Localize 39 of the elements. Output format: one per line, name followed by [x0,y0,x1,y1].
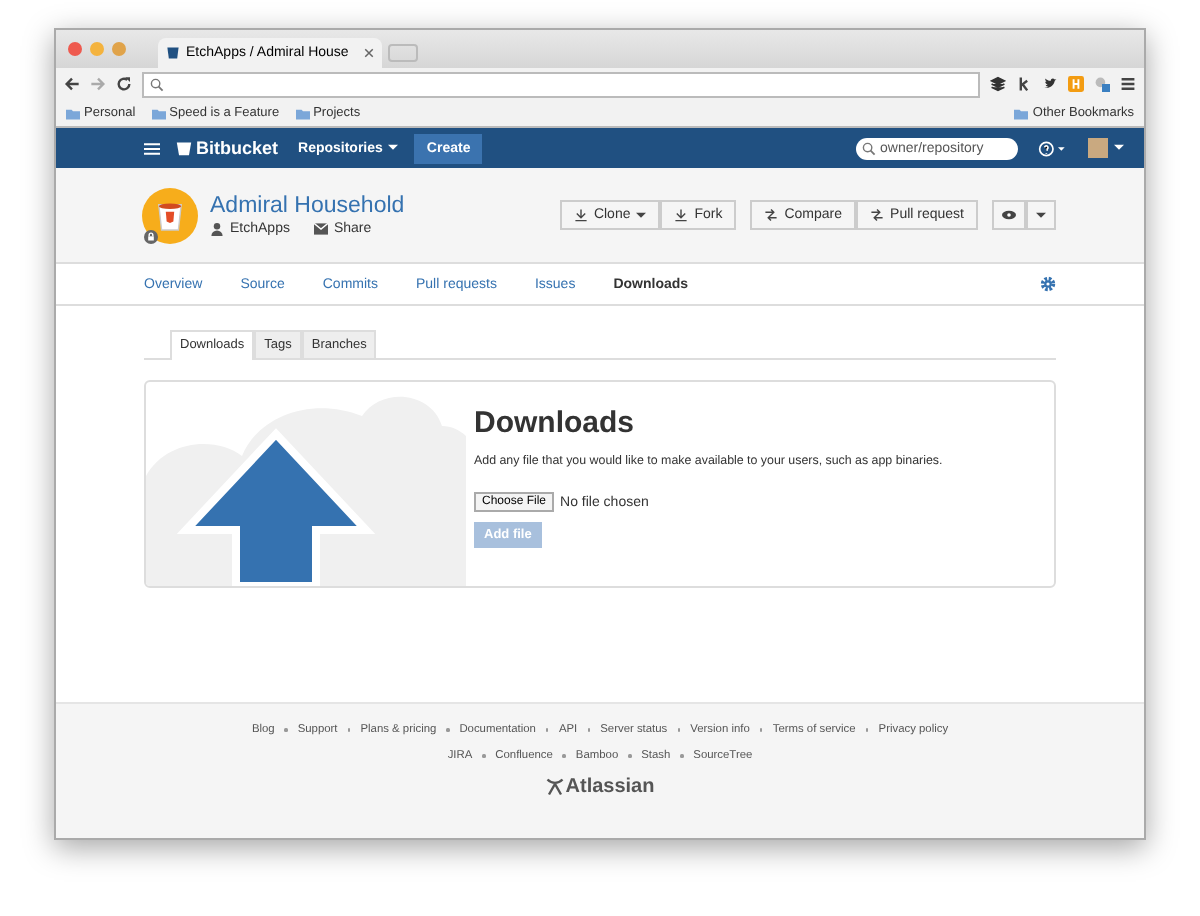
lock-icon [144,230,158,244]
dropdown-button[interactable] [1026,200,1056,230]
logo-text[interactable]: Bitbucket [196,138,279,158]
envelope-icon [313,222,328,236]
caret-icon [636,211,647,219]
caret-icon[interactable] [1114,144,1124,152]
bucket-icon [166,46,180,60]
back-icon[interactable] [64,76,80,92]
atlassian-logo-icon [545,778,564,796]
caret-icon [388,144,399,152]
repository-name[interactable]: Admiral Household [210,194,405,218]
folder-icon [66,107,80,119]
action-icon [674,208,689,222]
action-icon [573,208,588,222]
layers-icon[interactable] [990,76,1006,92]
k-icon[interactable] [1016,76,1032,92]
settings-icon[interactable] [1040,276,1056,292]
downloads-heading: Downloads [474,406,635,440]
reload-icon[interactable] [116,76,132,92]
bird-icon[interactable] [1042,76,1058,92]
folder-icon [151,107,166,119]
eye-icon [1002,208,1016,222]
bucket-drawing [156,199,184,231]
help-icon[interactable] [1038,139,1068,157]
brand-logo-text: Atlassian [565,776,655,798]
action-icon [870,208,885,222]
close-icon[interactable] [364,48,374,58]
search-icon [150,77,164,91]
folder-icon [1014,107,1029,119]
folder-icon [295,107,310,119]
close-button[interactable] [68,42,82,56]
menu-icon[interactable] [1120,76,1136,92]
person-icon [210,222,224,236]
bucket-icon [176,140,192,156]
extension-icon[interactable] [1094,76,1110,92]
action-icon [764,208,779,222]
watch-button[interactable] [992,200,1026,230]
caret-icon [1036,211,1046,219]
search-icon [862,141,876,155]
